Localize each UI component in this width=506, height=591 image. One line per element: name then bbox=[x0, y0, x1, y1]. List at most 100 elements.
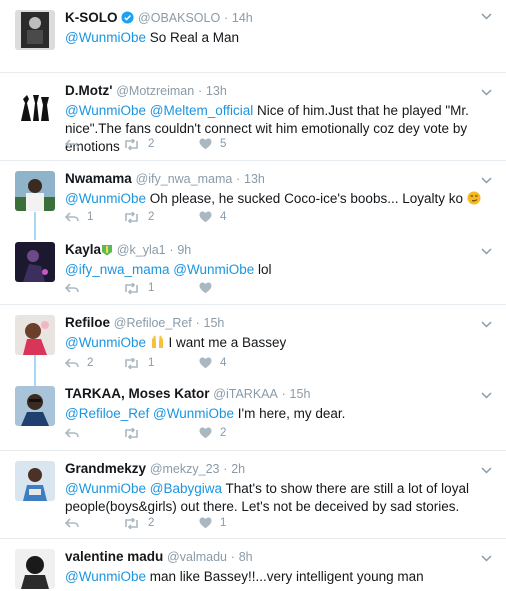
tweet[interactable]: Nwamama @ify_nwa_mama · 13h @WunmiObe Oh… bbox=[0, 160, 506, 232]
green-badge-icon bbox=[101, 244, 113, 258]
timestamp[interactable]: 13h bbox=[244, 172, 265, 186]
like-button[interactable]: 2 bbox=[199, 427, 226, 439]
retweet-button[interactable]: 2 bbox=[123, 517, 177, 529]
avatar[interactable] bbox=[15, 10, 55, 50]
mention-link[interactable]: @Refiloe_Ref bbox=[65, 406, 149, 421]
like-button[interactable]: 1 bbox=[199, 517, 226, 529]
retweet-button[interactable]: 1 bbox=[123, 357, 177, 369]
chevron-down-icon[interactable] bbox=[481, 8, 492, 23]
reply-button[interactable] bbox=[65, 282, 101, 294]
mention-link[interactable]: @WunmiObe bbox=[153, 406, 234, 421]
chevron-down-icon[interactable] bbox=[481, 84, 492, 99]
reply-button[interactable] bbox=[65, 517, 101, 529]
timestamp[interactable]: 15h bbox=[204, 316, 225, 330]
like-button[interactable]: 4 bbox=[199, 211, 226, 223]
tweet-header: TARKAA, Moses Kator @iTARKAA · 15h bbox=[65, 386, 484, 402]
mention-link[interactable]: @Meltem_official bbox=[150, 103, 254, 118]
retweet-button[interactable]: 2 bbox=[123, 138, 177, 150]
display-name[interactable]: Grandmekzy bbox=[65, 461, 146, 476]
retweet-icon bbox=[125, 517, 138, 529]
user-handle[interactable]: @iTARKAA bbox=[213, 387, 278, 401]
mention-link[interactable]: @WunmiObe bbox=[173, 262, 254, 277]
user-handle[interactable]: @Motzreiman bbox=[116, 84, 194, 98]
timestamp[interactable]: 2h bbox=[231, 462, 245, 476]
mention-link[interactable]: @WunmiObe bbox=[65, 335, 146, 350]
like-button[interactable]: 5 bbox=[199, 138, 226, 150]
display-name[interactable]: Kayla bbox=[65, 242, 101, 257]
avatar[interactable] bbox=[15, 461, 55, 501]
separator-dot: · bbox=[230, 550, 235, 564]
mention-link[interactable]: @WunmiObe bbox=[65, 481, 146, 496]
mention-link[interactable]: @WunmiObe bbox=[65, 569, 146, 584]
reply-button[interactable]: 2 bbox=[65, 357, 101, 369]
user-handle[interactable]: @OBAKSOLO bbox=[138, 11, 220, 25]
mention-link[interactable]: @WunmiObe bbox=[65, 103, 146, 118]
display-name[interactable]: K-SOLO bbox=[65, 10, 118, 25]
reply-button[interactable]: 1 bbox=[65, 211, 101, 223]
chevron-down-icon[interactable] bbox=[481, 550, 492, 565]
like-count: 2 bbox=[220, 427, 227, 439]
reply-icon bbox=[65, 138, 79, 149]
retweet-count: 2 bbox=[148, 211, 155, 223]
like-button[interactable]: 4 bbox=[199, 357, 226, 369]
reply-icon bbox=[65, 357, 79, 368]
retweet-count: 1 bbox=[148, 357, 155, 369]
reply-icon bbox=[65, 282, 79, 293]
like-button[interactable] bbox=[199, 282, 220, 294]
chevron-down-icon[interactable] bbox=[481, 172, 492, 187]
timestamp[interactable]: 13h bbox=[206, 84, 227, 98]
mention-link[interactable]: @Babygiwa bbox=[150, 481, 222, 496]
chevron-down-icon[interactable] bbox=[481, 243, 492, 258]
display-name[interactable]: Refiloe bbox=[65, 315, 110, 330]
tweet[interactable]: Refiloe @Refiloe_Ref · 15h @WunmiObe I w… bbox=[0, 304, 506, 378]
separator-dot: · bbox=[197, 84, 203, 98]
like-count: 5 bbox=[220, 138, 227, 150]
reply-button[interactable] bbox=[65, 427, 101, 439]
user-handle[interactable]: @ify_nwa_mama bbox=[136, 172, 233, 186]
like-count: 4 bbox=[220, 357, 227, 369]
separator-dot: · bbox=[281, 387, 286, 401]
heart-icon bbox=[199, 357, 212, 369]
tweet[interactable]: valentine madu @valmadu · 8h @WunmiObe m… bbox=[0, 538, 506, 591]
tweet-header: Nwamama @ify_nwa_mama · 13h bbox=[65, 171, 484, 187]
tweet[interactable]: Grandmekzy @mekzy_23 · 2h @WunmiObe @Bab… bbox=[0, 450, 506, 538]
avatar[interactable] bbox=[15, 315, 55, 355]
avatar[interactable] bbox=[15, 87, 55, 127]
retweet-button[interactable] bbox=[123, 427, 177, 439]
reply-button[interactable] bbox=[65, 138, 101, 150]
tweet[interactable]: K-SOLO @OBAKSOLO · 14h @WunmiObe So Real… bbox=[0, 0, 506, 72]
like-count: 4 bbox=[220, 211, 227, 223]
timestamp[interactable]: 15h bbox=[290, 387, 311, 401]
tweet[interactable]: TARKAA, Moses Kator @iTARKAA · 15h @Refi… bbox=[0, 378, 506, 450]
avatar[interactable] bbox=[15, 386, 55, 426]
chevron-down-icon[interactable] bbox=[481, 316, 492, 331]
timestamp[interactable]: 9h bbox=[177, 243, 191, 257]
separator-dot: · bbox=[223, 11, 229, 25]
reply-count: 1 bbox=[87, 211, 94, 223]
retweet-button[interactable]: 2 bbox=[123, 211, 177, 223]
avatar[interactable] bbox=[15, 242, 55, 282]
avatar[interactable] bbox=[15, 549, 55, 589]
timestamp[interactable]: 8h bbox=[239, 550, 253, 564]
user-handle[interactable]: @Refiloe_Ref bbox=[114, 316, 192, 330]
avatar[interactable] bbox=[15, 171, 55, 211]
user-handle[interactable]: @valmadu bbox=[167, 550, 227, 564]
chevron-down-icon[interactable] bbox=[481, 462, 492, 477]
mention-link[interactable]: @ify_nwa_mama bbox=[65, 262, 170, 277]
display-name[interactable]: TARKAA, Moses Kator bbox=[65, 386, 210, 401]
tweet[interactable]: Kayla @k_yla1 · 9h @ify_nwa_mama @WunmiO… bbox=[0, 232, 506, 304]
display-name[interactable]: Nwamama bbox=[65, 171, 132, 186]
tweet[interactable]: D.Motz' @Motzreiman · 13h @WunmiObe @Mel… bbox=[0, 72, 506, 160]
separator-dot: · bbox=[169, 243, 174, 257]
display-name[interactable]: valentine madu bbox=[65, 549, 163, 564]
chevron-down-icon[interactable] bbox=[481, 387, 492, 402]
mention-link[interactable]: @WunmiObe bbox=[65, 191, 146, 206]
heart-icon bbox=[199, 211, 212, 223]
display-name[interactable]: D.Motz' bbox=[65, 83, 112, 98]
user-handle[interactable]: @mekzy_23 bbox=[150, 462, 220, 476]
user-handle[interactable]: @k_yla1 bbox=[117, 243, 166, 257]
retweet-button[interactable]: 1 bbox=[123, 282, 177, 294]
mention-link[interactable]: @WunmiObe bbox=[65, 30, 146, 45]
timestamp[interactable]: 14h bbox=[232, 11, 253, 25]
smirk-emoji-icon bbox=[467, 191, 481, 210]
